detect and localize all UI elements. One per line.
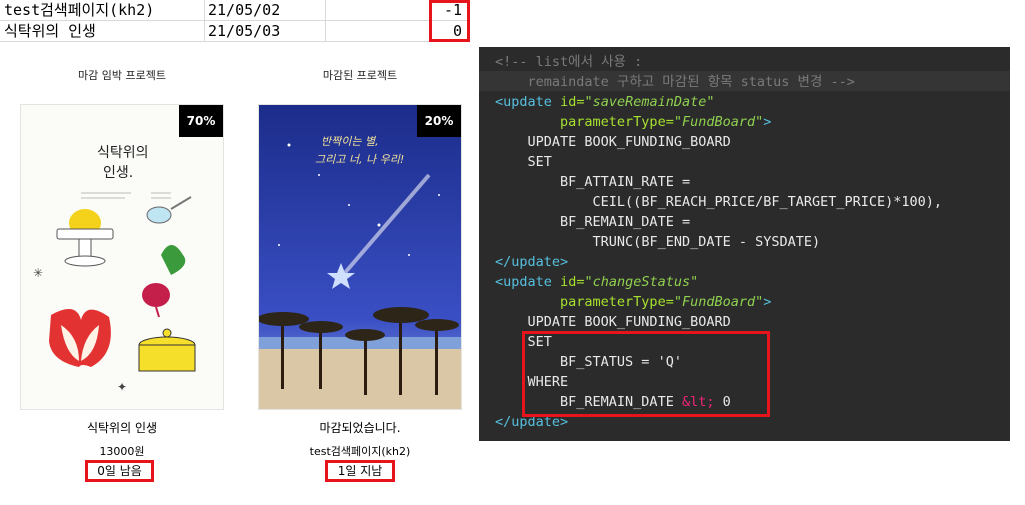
- code-line: CEIL((BF_REACH_PRICE/BF_TARGET_PRICE)*10…: [592, 194, 943, 210]
- section-label-closed: 마감된 프로젝트: [322, 69, 398, 82]
- code-line: parameterType="FundBoard">: [560, 114, 772, 130]
- code-highlight-box: [522, 331, 770, 417]
- value-highlight-box: [429, 0, 470, 42]
- cover-title-line: 인생.: [103, 165, 133, 181]
- cover-title-line: 식탁위의: [97, 145, 149, 161]
- card-price: 13000원: [99, 445, 145, 458]
- code-line: <!-- list에서 사용 :: [495, 54, 643, 70]
- cover-title-line: 반짝이는 별,: [321, 135, 379, 148]
- days-left-badge: 0일 남음: [85, 460, 154, 482]
- cover-title-line: 그리고 너, 나 우리!: [315, 153, 404, 166]
- sheet-cell-date[interactable]: 21/05/03: [208, 21, 280, 41]
- book-cover-right[interactable]: 반짝이는 별, 그리고 너, 나 우리! 20%: [258, 104, 462, 410]
- book-cover-illustration: 반짝이는 별, 그리고 너, 나 우리!: [259, 105, 461, 409]
- code-line: UPDATE BOOK_FUNDING_BOARD: [527, 134, 731, 150]
- code-line: BF_REMAIN_DATE =: [560, 214, 691, 230]
- section-label-closing-soon: 마감 임박 프로젝트: [78, 69, 166, 82]
- sheet-cell-date[interactable]: 21/05/02: [208, 0, 280, 20]
- funding-percent-badge: 20%: [417, 105, 461, 137]
- sheet-cell-name[interactable]: test검색페이지(kh2): [4, 0, 154, 20]
- book-cover-illustration: 식탁위의 인생. ✳ ✦: [21, 105, 223, 409]
- card-subtitle: test검색페이지(kh2): [309, 445, 411, 458]
- sheet-cell-name[interactable]: 식탁위의 인생: [4, 21, 96, 41]
- svg-text:✳: ✳: [33, 266, 43, 280]
- card-title[interactable]: 마감되었습니다.: [258, 419, 462, 436]
- book-cover-left[interactable]: 식탁위의 인생. ✳ ✦ 70%: [20, 104, 224, 410]
- code-line: BF_ATTAIN_RATE =: [560, 174, 691, 190]
- code-line: TRUNC(BF_END_DATE - SYSDATE): [592, 234, 821, 250]
- code-line: </update>: [495, 254, 569, 270]
- code-line: remaindate 구하고 마감된 항목 status 변경 -->: [527, 74, 855, 90]
- code-line: UPDATE BOOK_FUNDING_BOARD: [527, 314, 731, 330]
- code-line: <update id="changeStatus": [495, 274, 699, 290]
- days-passed-badge: 1일 지남: [325, 460, 395, 482]
- sheet-row[interactable]: test검색페이지(kh2) 21/05/02 -1: [0, 0, 470, 21]
- svg-text:✦: ✦: [117, 380, 127, 394]
- card-title[interactable]: 식탁위의 인생: [20, 419, 224, 436]
- spreadsheet-fragment: test검색페이지(kh2) 21/05/02 -1 식탁위의 인생 21/05…: [0, 0, 470, 42]
- funding-percent-badge: 70%: [179, 105, 223, 137]
- code-line: SET: [527, 154, 552, 170]
- code-line: <update id="saveRemainDate": [495, 94, 715, 110]
- sheet-row[interactable]: 식탁위의 인생 21/05/03 0: [0, 21, 470, 42]
- code-line: parameterType="FundBoard">: [560, 294, 772, 310]
